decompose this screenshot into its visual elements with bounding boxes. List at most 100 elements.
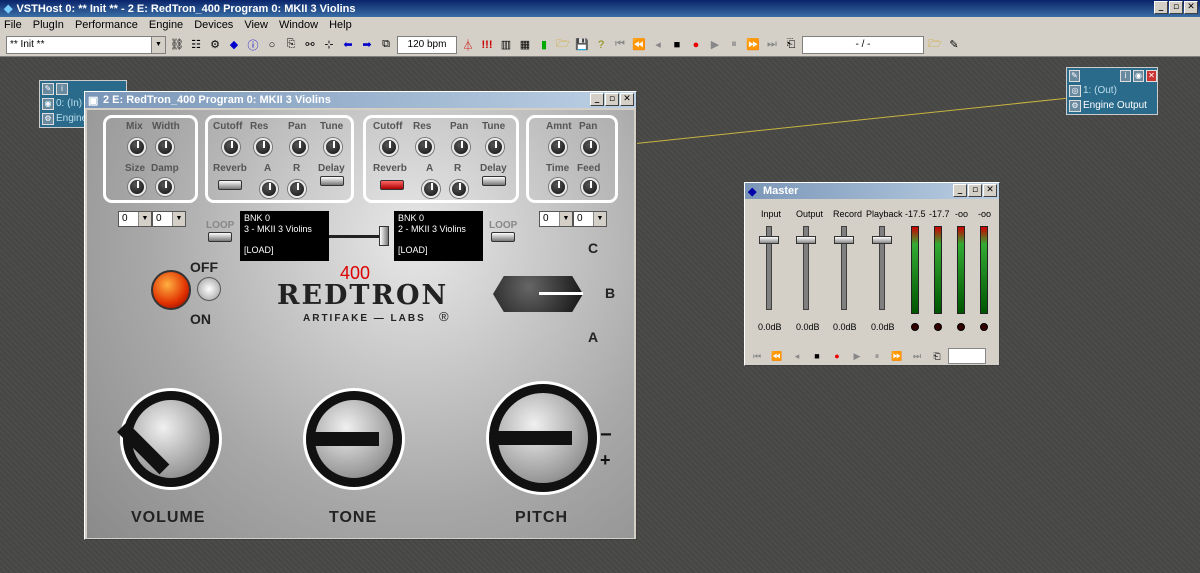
output-node[interactable]: ✎ i ◉ ✕ ◎ 1: (Out) ⚙ Engine Output xyxy=(1066,67,1158,115)
master-close-button[interactable]: ✕ xyxy=(983,184,997,197)
diamond-icon[interactable]: ◆ xyxy=(226,37,242,53)
keyboard-icon[interactable]: ▥ xyxy=(498,37,514,53)
node-edit-icon[interactable]: ✎ xyxy=(1069,69,1080,82)
power-switch[interactable] xyxy=(197,277,221,301)
grid-icon[interactable]: ▦ xyxy=(517,37,533,53)
clip-led-4[interactable] xyxy=(980,323,988,331)
help-icon[interactable]: ? xyxy=(593,37,609,53)
tune-b-knob[interactable] xyxy=(486,138,504,156)
chain-icon[interactable]: ⛓ xyxy=(169,37,185,53)
close-button[interactable]: ✕ xyxy=(1184,1,1198,14)
loop-icon[interactable]: ⎗ xyxy=(783,37,799,53)
res-a-knob[interactable] xyxy=(254,138,272,156)
damp-knob[interactable] xyxy=(156,178,174,196)
menu-engine[interactable]: Engine xyxy=(149,19,183,31)
node-settings-icon[interactable]: ⚙ xyxy=(42,112,54,125)
node-power-icon[interactable]: ◉ xyxy=(42,97,54,110)
window-titlebar[interactable]: ◆ VSTHost 0: ** Init ** - 2 E: RedTron_4… xyxy=(0,0,1200,17)
master-position-field[interactable] xyxy=(948,348,986,364)
master-minimize-button[interactable]: _ xyxy=(953,184,967,197)
playback-fader[interactable] xyxy=(872,226,892,310)
pan-a-knob[interactable] xyxy=(290,138,308,156)
tune-a-knob[interactable] xyxy=(324,138,342,156)
select-1[interactable]: 0 xyxy=(118,211,152,227)
delay-b-switch[interactable] xyxy=(482,176,506,186)
reverb-a-switch[interactable] xyxy=(218,180,242,190)
rewind-start-icon[interactable]: ⏮ xyxy=(612,37,628,53)
input-fader-thumb[interactable] xyxy=(759,236,779,244)
release-b-knob[interactable] xyxy=(450,180,468,198)
info-icon[interactable]: ⓘ xyxy=(245,37,261,53)
menu-view[interactable]: View xyxy=(244,19,268,31)
plugin-window[interactable]: ▣ 2 E: RedTron_400 Program 0: MKII 3 Vio… xyxy=(84,91,637,540)
node-info-icon[interactable]: i xyxy=(1120,69,1131,82)
skip-end-icon[interactable]: ⏭ xyxy=(764,37,780,53)
delay-pan-knob[interactable] xyxy=(581,138,599,156)
width-knob[interactable] xyxy=(156,138,174,156)
master-titlebar[interactable]: ◆ Master _ ▫ ✕ xyxy=(745,183,999,199)
arrow-right-icon[interactable]: ➡ xyxy=(359,37,375,53)
level-meter-icon[interactable]: ▮ xyxy=(536,37,552,53)
clip-led-3[interactable] xyxy=(957,323,965,331)
menu-window[interactable]: Window xyxy=(279,19,318,31)
menu-performance[interactable]: Performance xyxy=(75,19,138,31)
window-icon[interactable]: ⧉ xyxy=(378,37,394,53)
rewind-icon[interactable]: ⏪ xyxy=(631,37,647,53)
res-b-knob[interactable] xyxy=(416,138,434,156)
master-fast-forward-icon[interactable]: ⏩ xyxy=(888,351,906,362)
pitch-knob[interactable] xyxy=(489,384,597,492)
metronome-icon[interactable]: ⏃ xyxy=(460,37,476,53)
cutoff-b-knob[interactable] xyxy=(380,138,398,156)
folder-icon[interactable]: 🗁 xyxy=(927,37,943,53)
node-close-icon[interactable]: ✕ xyxy=(1146,69,1157,82)
export-icon[interactable]: ⎘ xyxy=(283,37,299,53)
plugin-minimize-button[interactable]: _ xyxy=(590,93,604,106)
save-icon[interactable]: 💾 xyxy=(574,37,590,53)
master-loop-icon[interactable]: ⎗ xyxy=(928,351,946,362)
master-pause-icon[interactable]: ⏸ xyxy=(868,351,886,362)
loop-right-switch[interactable] xyxy=(491,232,515,242)
circle-icon[interactable]: ○ xyxy=(264,37,280,53)
select-4[interactable]: 0 xyxy=(573,211,607,227)
record-fader[interactable] xyxy=(834,226,854,310)
menu-help[interactable]: Help xyxy=(329,19,352,31)
master-skip-end-icon[interactable]: ⏭ xyxy=(908,351,926,362)
release-a-knob[interactable] xyxy=(288,180,306,198)
mix-knob[interactable] xyxy=(128,138,146,156)
gear-icon[interactable]: ⚙ xyxy=(207,37,223,53)
amnt-knob[interactable] xyxy=(549,138,567,156)
fast-forward-icon[interactable]: ⏩ xyxy=(745,37,761,53)
route-icon[interactable]: ⊹ xyxy=(321,37,337,53)
playback-fader-thumb[interactable] xyxy=(872,236,892,244)
select-2[interactable]: 0 xyxy=(152,211,186,227)
node-settings-icon[interactable]: ⚙ xyxy=(1069,99,1081,112)
marks-icon[interactable]: !!! xyxy=(479,37,495,53)
volume-knob[interactable] xyxy=(117,391,219,487)
node-power-icon[interactable]: ◉ xyxy=(1133,69,1144,82)
feed-knob[interactable] xyxy=(581,178,599,196)
bpm-field[interactable]: 120 bpm xyxy=(397,35,457,54)
master-maximize-button[interactable]: ▫ xyxy=(968,184,982,197)
minimize-button[interactable]: _ xyxy=(1154,1,1168,14)
loop-left-switch[interactable] xyxy=(208,232,232,242)
chevron-down-icon[interactable]: ▼ xyxy=(151,36,165,53)
stop-icon[interactable]: ■ xyxy=(669,37,685,53)
plugin-maximize-button[interactable]: ▫ xyxy=(605,93,619,106)
output-fader[interactable] xyxy=(796,226,816,310)
record-icon[interactable]: ● xyxy=(688,37,704,53)
pan-b-knob[interactable] xyxy=(452,138,470,156)
play-icon[interactable]: ▶ xyxy=(707,37,723,53)
menu-plugin[interactable]: PlugIn xyxy=(33,19,64,31)
master-rewind-start-icon[interactable]: ⏮ xyxy=(748,351,766,362)
arrow-left-icon[interactable]: ⬅ xyxy=(340,37,356,53)
input-fader[interactable] xyxy=(759,226,779,310)
attack-a-knob[interactable] xyxy=(260,180,278,198)
clip-led-2[interactable] xyxy=(934,323,942,331)
load-left-button[interactable]: [LOAD] xyxy=(244,245,325,256)
midi-icon[interactable]: ⚯ xyxy=(302,37,318,53)
tone-knob[interactable] xyxy=(306,391,402,487)
cutoff-a-knob[interactable] xyxy=(222,138,240,156)
master-window[interactable]: ◆ Master _ ▫ ✕ Input Output Record Playb… xyxy=(744,182,1000,366)
master-record-icon[interactable]: ● xyxy=(828,351,846,361)
reverb-b-switch[interactable] xyxy=(380,180,404,190)
